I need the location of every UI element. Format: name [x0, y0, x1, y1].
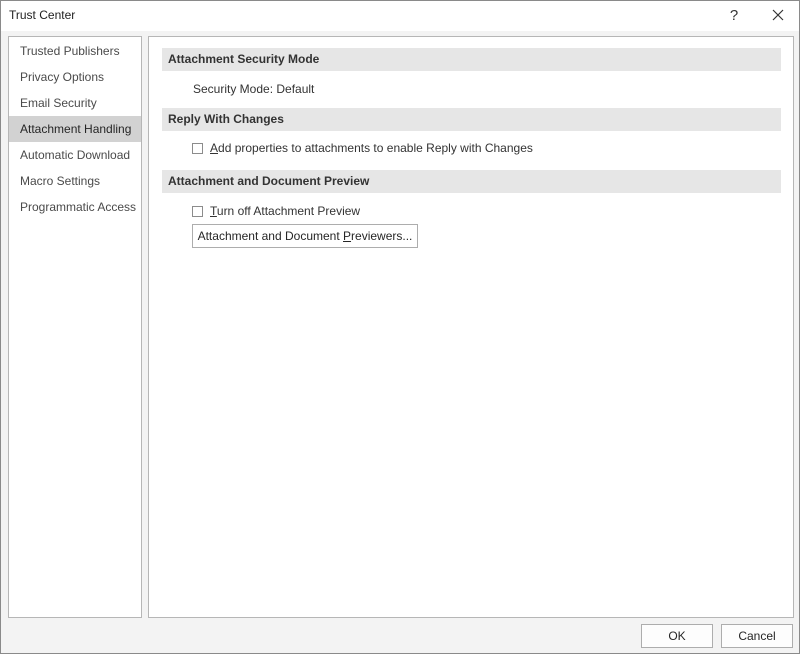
turn-off-preview-option[interactable]: Turn off Attachment Preview: [192, 203, 360, 219]
security-mode-text: Security Mode: Default: [193, 82, 315, 96]
close-button[interactable]: [761, 1, 795, 29]
sidebar-nav: Trusted Publishers Privacy Options Email…: [8, 36, 142, 618]
sidebar-item-programmatic-access[interactable]: Programmatic Access: [9, 194, 141, 220]
title-bar[interactable]: Trust Center ?: [1, 1, 799, 31]
sidebar-item-trusted-publishers[interactable]: Trusted Publishers: [9, 38, 141, 64]
section-header-attachment-preview: Attachment and Document Preview: [162, 170, 781, 193]
cancel-button[interactable]: Cancel: [721, 624, 793, 648]
section-header-reply-with-changes: Reply With Changes: [162, 108, 781, 131]
question-mark-icon: ?: [729, 6, 739, 24]
turn-off-preview-checkbox[interactable]: [192, 205, 203, 217]
window-title: Trust Center: [9, 8, 76, 22]
reply-with-changes-label: Add properties to attachments to enable …: [210, 141, 533, 155]
settings-panel: Attachment Security Mode Security Mode: …: [148, 36, 794, 618]
reply-with-changes-option[interactable]: Add properties to attachments to enable …: [192, 140, 533, 156]
sidebar-item-attachment-handling[interactable]: Attachment Handling: [9, 116, 141, 142]
reply-with-changes-checkbox[interactable]: [192, 142, 203, 154]
sidebar-item-automatic-download[interactable]: Automatic Download: [9, 142, 141, 168]
trust-center-dialog: Trust Center ? Trusted Publishers Privac…: [0, 0, 800, 654]
help-button[interactable]: ?: [717, 1, 751, 29]
section-header-attachment-security-mode: Attachment Security Mode: [162, 48, 781, 71]
ok-button[interactable]: OK: [641, 624, 713, 648]
turn-off-preview-label: Turn off Attachment Preview: [210, 204, 361, 218]
sidebar-item-email-security[interactable]: Email Security: [9, 90, 141, 116]
close-icon: [772, 9, 784, 21]
sidebar-item-privacy-options[interactable]: Privacy Options: [9, 64, 141, 90]
sidebar-item-macro-settings[interactable]: Macro Settings: [9, 168, 141, 194]
previewers-button[interactable]: Attachment and Document Previewers...: [192, 224, 418, 248]
